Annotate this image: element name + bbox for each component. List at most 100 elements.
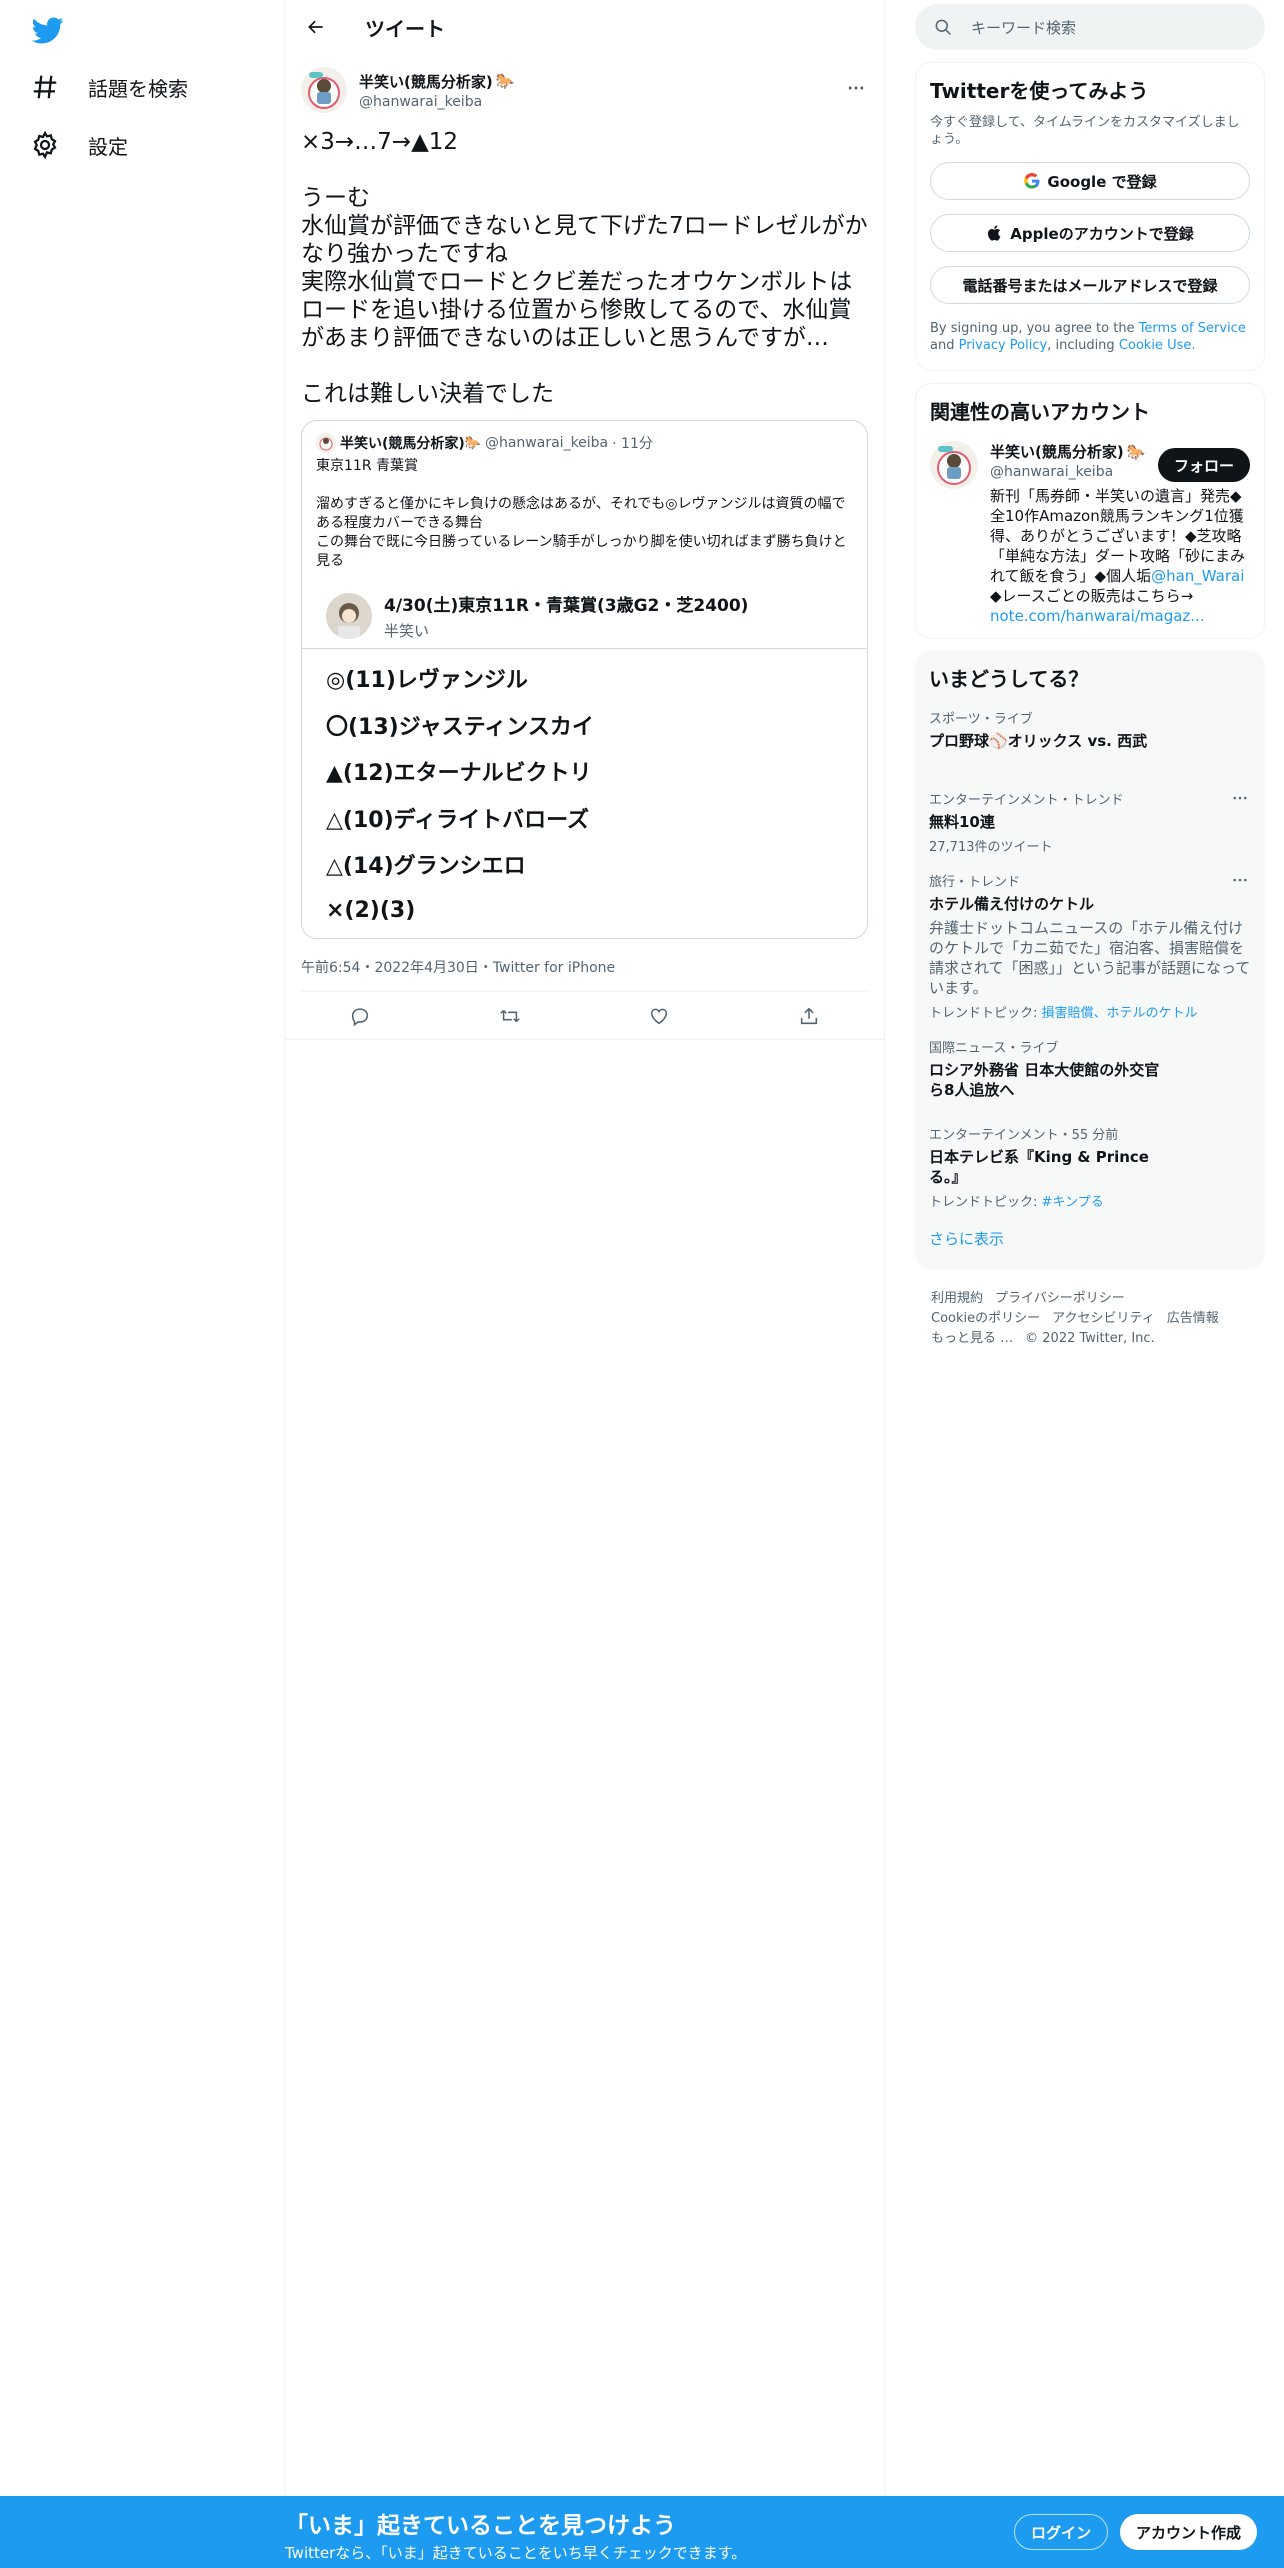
tweet-author-handle[interactable]: @hanwarai_keiba [359, 94, 514, 110]
footer-link[interactable]: アクセシビリティ [1052, 1311, 1155, 1326]
arrow-left-icon [308, 20, 323, 34]
privacy-link[interactable]: Privacy Policy [959, 338, 1048, 353]
share-button[interactable] [795, 1002, 823, 1030]
horse-emoji-icon: 🐎 [464, 435, 481, 451]
follow-button[interactable]: フォロー [1157, 448, 1250, 482]
pick-item: ×(2)(3) [326, 898, 416, 924]
like-button[interactable] [645, 1002, 673, 1030]
more-dots-icon [848, 86, 864, 90]
who-bio: 新刊「馬券師・半笑いの遺言」発売◆全10作Amazon競馬ランキング1位獲得、あ… [990, 487, 1246, 625]
signup-button[interactable]: アカウント作成 [1120, 2514, 1258, 2550]
tweet-timestamp[interactable]: 午前6:54・2022年4月30日・Twitter for iPhone [301, 957, 868, 992]
pick-item: ▲(12)エターナルビクトリ [326, 761, 592, 787]
quote-author-name: 半笑い(競馬分析家) [340, 436, 465, 452]
reply-button[interactable] [346, 1002, 374, 1030]
google-signup-button[interactable]: Google で登録 [930, 162, 1250, 200]
trend-item[interactable]: スポーツ・ライブ プロ野球⚾オリックス vs. 西武 [929, 708, 1251, 773]
heart-icon [651, 1008, 668, 1024]
footer-link[interactable]: 利用規約 [931, 1291, 983, 1306]
signup-title: Twitterを使ってみよう [930, 79, 1149, 103]
who-account[interactable]: 半笑い(競馬分析家) 🐎 @hanwarai_keiba 新刊「馬券師・半笑いの遺… [930, 441, 1250, 626]
copyright: © 2022 Twitter, Inc. [1025, 1331, 1155, 1346]
nav-settings[interactable]: 設定 [30, 123, 128, 167]
trends-title: いまどうしてる？ [929, 667, 1089, 691]
show-more-link[interactable]: さらに表示 [929, 1228, 1251, 1257]
gear-icon [30, 130, 60, 160]
twitter-logo-icon[interactable] [32, 14, 64, 46]
avatar[interactable] [301, 67, 347, 113]
google-signup-label: Google で登録 [1047, 172, 1157, 191]
phone-email-signup-button[interactable]: 電話番号またはメールアドレスで登録 [930, 266, 1250, 304]
card-title: 4/30(土)東京11R・青葉賞(3歳G2・芝2400) [384, 595, 749, 616]
bottom-signup-bar: 「いま」起きていることを見つけよう Twitterなら、「いま」起きていることを… [0, 2496, 1284, 2568]
tweet: 半笑い(競馬分析家) 🐎 @hanwarai_keiba ×3→…7→▲12 うー… [285, 54, 884, 992]
bio-url-link[interactable]: note.com/hanwarai/magaz... [990, 607, 1205, 625]
bio-mention-link[interactable]: @han_Warai [1151, 567, 1244, 585]
reply-icon [351, 1007, 368, 1026]
bottom-bar-subtitle: Twitterなら、「いま」起きていることをいち早くチェックできます。 [285, 2544, 747, 2562]
horse-emoji-icon: 🐎 [1126, 442, 1146, 461]
page-title: ツイート [365, 16, 445, 41]
phone-email-signup-label: 電話番号またはメールアドレスで登録 [962, 276, 1218, 295]
footer-link[interactable]: プライバシーポリシー [995, 1291, 1125, 1306]
search-bar[interactable]: キーワード検索 [915, 4, 1265, 50]
back-button[interactable] [301, 12, 331, 42]
quote-time: · 11分 [612, 436, 653, 452]
quote-body: 東京11R 青葉賞 溜めすぎると僅かにキレ負けの懸念はあるが、それでも◎レヴァン… [316, 458, 847, 569]
trend-topic-link[interactable]: #キンプる [1042, 1195, 1104, 1210]
quote-author-handle: @hanwarai_keiba [484, 435, 609, 451]
apple-signup-button[interactable]: Appleのアカウントで登録 [930, 214, 1250, 252]
search-input[interactable]: キーワード検索 [971, 17, 1076, 38]
left-nav: 話題を検索 設定 [0, 0, 285, 2568]
horse-emoji-icon: 🐎 [495, 72, 515, 90]
main-column: ツイート 半笑い(競馬分析家) 🐎 @hanwarai_keiba ×3→…7→▲… [285, 0, 885, 2568]
share-icon [801, 1007, 818, 1024]
who-title: 関連性の高いアカウント [930, 400, 1150, 424]
footer-link[interactable]: Cookieのポリシー [931, 1311, 1040, 1326]
trend-item[interactable]: エンターテインメント・55 分前 日本テレビ系『King & Prince る。… [929, 1124, 1251, 1210]
card-subtitle: 半笑い [384, 621, 430, 640]
terms-link[interactable]: Terms of Service [1139, 321, 1246, 336]
quote-head: 半笑い(競馬分析家) 🐎 @hanwarai_keiba · 11分 [302, 421, 867, 453]
signup-box: Twitterを使ってみよう 今すぐ登録して、タイムラインをカスタマイズしましょ… [915, 62, 1265, 371]
trend-item[interactable]: 旅行・トレンド ホテル備え付けのケトル 弁護士ドットコムニュースの「ホテル備え付… [929, 871, 1251, 1021]
more-button[interactable] [844, 76, 868, 100]
login-button[interactable]: ログイン [1014, 2514, 1109, 2550]
header: ツイート [285, 0, 884, 54]
avatar[interactable] [930, 441, 978, 489]
right-sidebar: キーワード検索 Twitterを使ってみよう 今すぐ登録して、タイムラインをカス… [915, 0, 1265, 1349]
trends-box: いまどうしてる？ スポーツ・ライブ プロ野球⚾オリックス vs. 西武 エンター… [915, 651, 1265, 1269]
more-dots-icon[interactable] [1229, 869, 1251, 891]
tweet-author-name[interactable]: 半笑い(競馬分析家) 🐎 [359, 71, 514, 92]
pick-item: ◎(11)レヴァンジル [326, 668, 528, 694]
tweet-text: ×3→…7→▲12 うーむ 水仙賞が評価できないと見て下げた7ロードレゼルがかな… [301, 129, 868, 407]
card-avatar [326, 592, 372, 639]
apple-icon [986, 224, 1004, 242]
trend-item[interactable]: 国際ニュース・ライブ ロシア外務省 日本大使館の外交官ら8人追放へ [929, 1037, 1251, 1108]
tweet-actions [285, 992, 884, 1040]
nav-settings-label: 設定 [88, 134, 128, 159]
bottom-bar-title: 「いま」起きていることを見つけよう [285, 2513, 676, 2539]
nav-explore[interactable]: 話題を検索 [30, 65, 188, 109]
tweet-author-row: 半笑い(競馬分析家) 🐎 @hanwarai_keiba [301, 62, 868, 118]
cookie-link[interactable]: Cookie Use. [1119, 338, 1196, 353]
retweet-button[interactable] [496, 1002, 524, 1030]
nav-explore-label: 話題を検索 [88, 76, 188, 101]
footer-more-link[interactable]: もっと見る … [931, 1331, 1013, 1346]
search-icon [933, 17, 953, 37]
trend-item[interactable]: エンターテインメント・トレンド 無料10連 27,713件のツイート [929, 789, 1251, 855]
quote-avatar [316, 433, 336, 453]
more-dots-icon[interactable] [1229, 787, 1251, 809]
apple-signup-label: Appleのアカウントで登録 [1010, 224, 1194, 243]
pick-item: 〇(13)ジャスティンスカイ [326, 714, 594, 740]
footer-link[interactable]: 広告情報 [1167, 1311, 1219, 1326]
pick-item: △(14)グランシエロ [326, 854, 526, 880]
footer-links: 利用規約 プライバシーポリシー Cookieのポリシー アクセシビリティ 広告情報 も… [915, 1289, 1265, 1349]
pick-item: △(10)ディライトバローズ [326, 807, 590, 833]
hashtag-icon [30, 72, 60, 102]
quoted-tweet[interactable]: 半笑い(競馬分析家) 🐎 @hanwarai_keiba · 11分 東京11R… [301, 420, 868, 939]
card-head: 4/30(土)東京11R・青葉賞(3歳G2・芝2400) 半笑い [302, 583, 867, 649]
trend-topic-link[interactable]: 損害賠償、ホテルのケトル [1042, 1006, 1198, 1021]
signup-legal: By signing up, you agree to the Terms of… [930, 321, 1246, 353]
link-card[interactable]: 4/30(土)東京11R・青葉賞(3歳G2・芝2400) 半笑い ◎(11)レヴ… [302, 583, 867, 938]
